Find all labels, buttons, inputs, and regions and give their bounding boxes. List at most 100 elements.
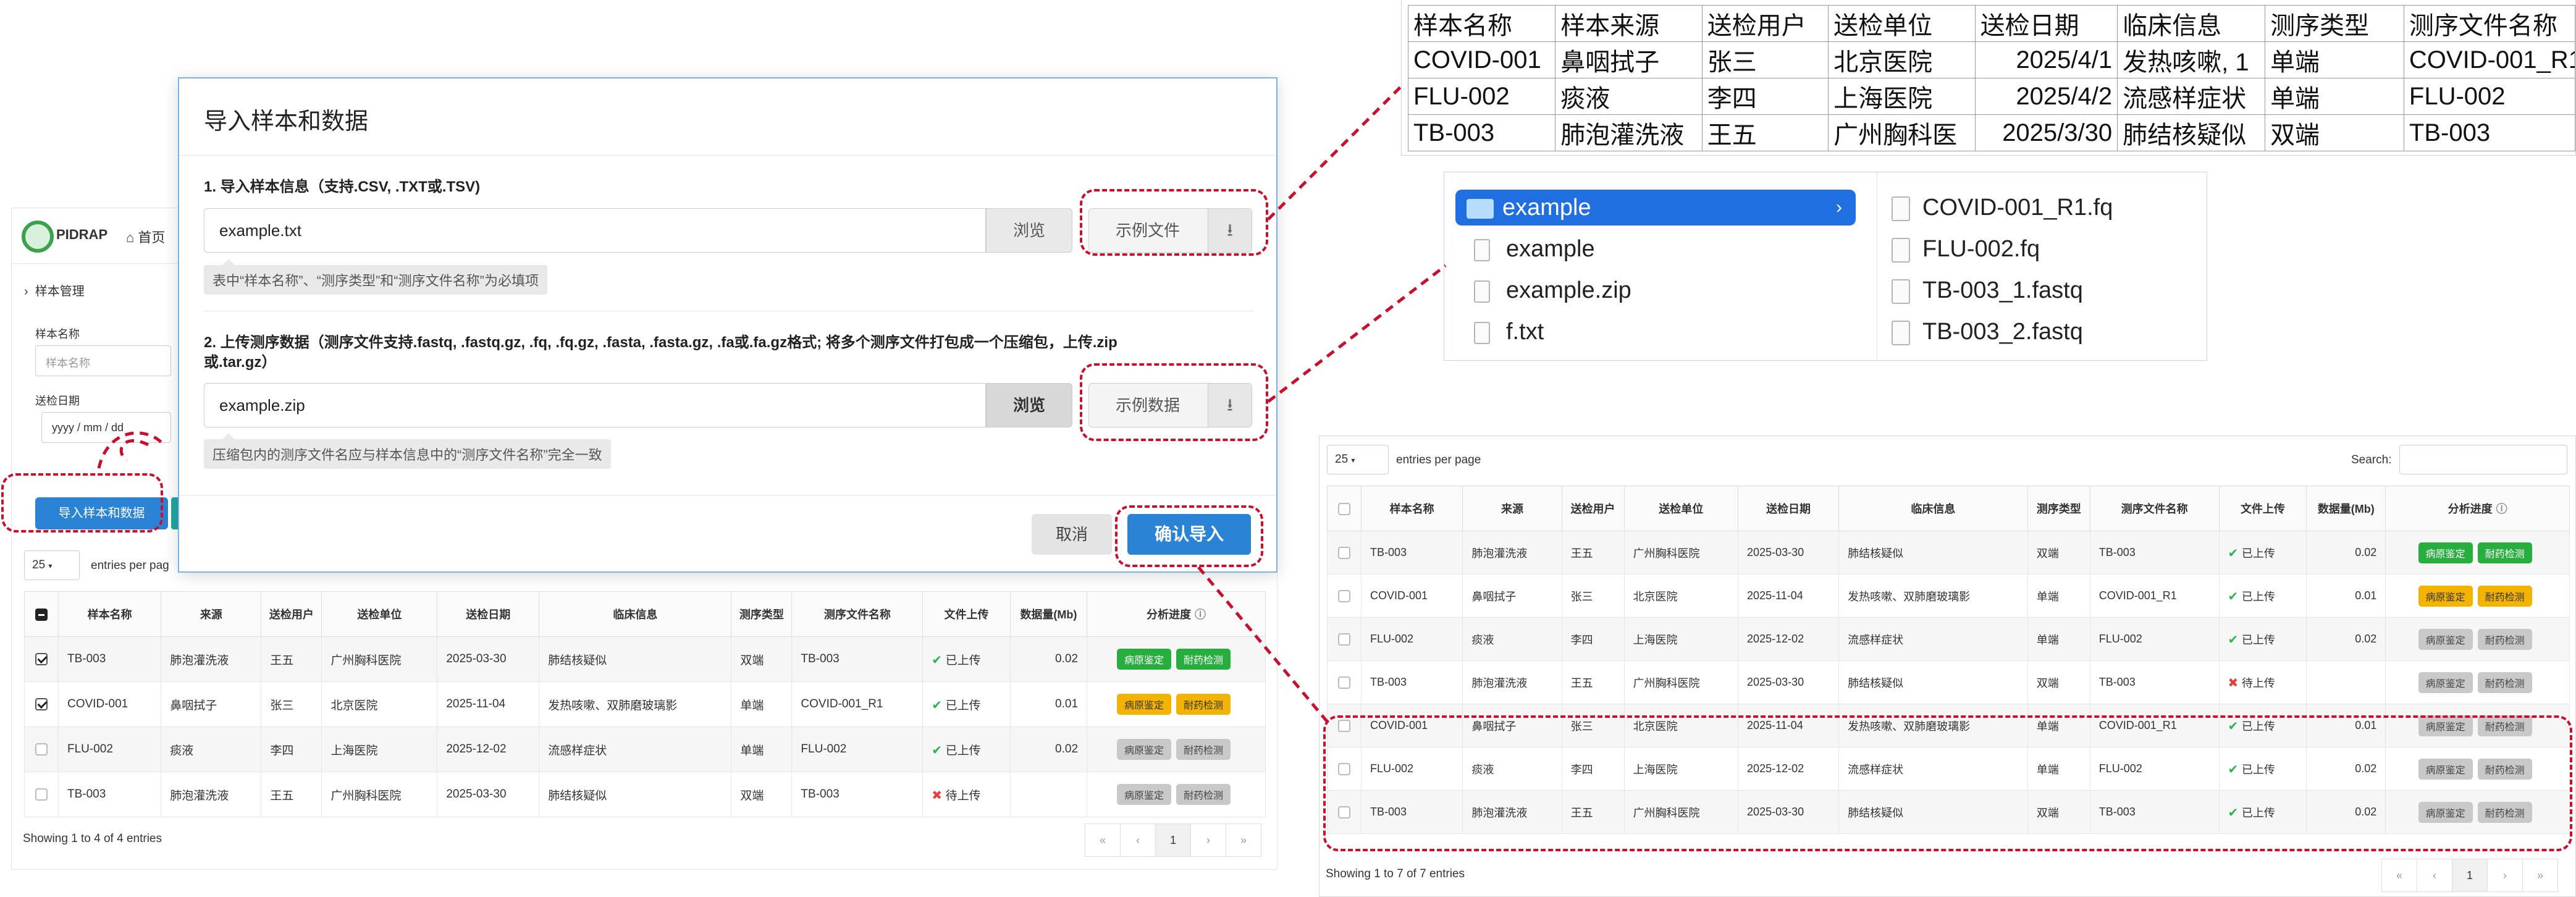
- page-button[interactable]: »: [1226, 823, 1261, 857]
- column-header[interactable]: 临床信息: [1838, 486, 2028, 531]
- analysis-tag-button[interactable]: 病原鉴定: [1116, 694, 1171, 715]
- page-size-select[interactable]: 25 ▾: [24, 550, 80, 580]
- analysis-tag-button[interactable]: 病原鉴定: [2418, 585, 2473, 607]
- page-button[interactable]: «: [2381, 859, 2417, 892]
- column-header[interactable]: 数据量(Mb): [2306, 486, 2386, 531]
- pagination[interactable]: «‹ 1 ›»: [2381, 859, 2558, 892]
- column-header[interactable]: 数据量(Mb): [1009, 591, 1088, 637]
- file-item[interactable]: FLU-002.fq: [1877, 231, 2204, 267]
- page-button[interactable]: »: [2522, 859, 2558, 892]
- analysis-tag-button[interactable]: 耐药检测: [2477, 585, 2532, 607]
- row-checkbox[interactable]: [35, 652, 48, 665]
- column-header[interactable]: 送检单位: [1623, 486, 1739, 531]
- select-all-header[interactable]: [24, 591, 59, 637]
- column-header[interactable]: 测序类型: [2027, 486, 2090, 531]
- pagination[interactable]: «‹ 1 ›»: [1085, 823, 1261, 857]
- row-checkbox[interactable]: [1338, 547, 1350, 560]
- date-input[interactable]: yyyy / mm / dd: [41, 412, 171, 443]
- column-header[interactable]: 分析进度 ⓘ: [1087, 591, 1266, 637]
- table-row[interactable]: TB-003 肺泡灌洗液 王五 广州胸科医院 2025-03-30 肺结核疑似 双端 TB-0…: [24, 636, 1266, 682]
- spreadsheet-header-cell: 样本名称: [1407, 5, 1556, 42]
- nav-home-link[interactable]: ⌂ 首页: [126, 227, 165, 246]
- column-header[interactable]: 临床信息: [539, 591, 732, 637]
- row-checkbox[interactable]: [1338, 633, 1350, 646]
- file-item[interactable]: TB-003_1.fastq: [1877, 272, 2204, 308]
- browse-button-2[interactable]: 浏览: [986, 383, 1072, 427]
- row-select-cell[interactable]: [1327, 574, 1362, 618]
- page-button[interactable]: ›: [1190, 823, 1226, 857]
- table-row[interactable]: COVID-001 鼻咽拭子 张三 北京医院 2025-11-04 发热咳嗽、双肺磨玻璃影…: [1327, 574, 2570, 618]
- analysis-tag-button[interactable]: 病原鉴定: [2418, 628, 2473, 650]
- analysis-tag-button[interactable]: 耐药检测: [2477, 542, 2532, 563]
- select-all-checkbox[interactable]: [35, 608, 48, 621]
- analysis-tag-button[interactable]: 耐药检测: [1176, 649, 1231, 670]
- table-row[interactable]: TB-003 肺泡灌洗液 王五 广州胸科医院 2025-03-30 肺结核疑似 双端 TB-0…: [1327, 531, 2570, 575]
- column-header[interactable]: 测序文件名称: [2089, 486, 2220, 531]
- analysis-tag-button[interactable]: 病原鉴定: [2418, 542, 2473, 563]
- page-button[interactable]: 1: [2452, 859, 2488, 892]
- row-select-cell[interactable]: [24, 636, 59, 682]
- column-header[interactable]: 送检日期: [1738, 486, 1840, 531]
- sequencing-data-file-input[interactable]: example.zip: [204, 383, 986, 427]
- page-button[interactable]: ›: [2487, 859, 2523, 892]
- table-row[interactable]: FLU-002 痰液 李四 上海医院 2025-12-02 流感样症状 单端 FLU-002 ✔…: [1327, 617, 2570, 661]
- sample-info-file-input[interactable]: example.txt: [204, 208, 986, 253]
- file-item[interactable]: TB-003_2.fastq: [1877, 314, 2204, 350]
- column-header[interactable]: 送检日期: [437, 591, 540, 637]
- column-header[interactable]: 来源: [1462, 486, 1562, 531]
- column-header[interactable]: 文件上传: [922, 591, 1011, 637]
- analysis-tag-button[interactable]: 耐药检测: [2477, 672, 2532, 693]
- select-all-checkbox[interactable]: [1338, 502, 1350, 515]
- column-header[interactable]: 文件上传: [2218, 486, 2307, 531]
- page-button[interactable]: «: [1085, 823, 1121, 857]
- row-checkbox[interactable]: [1338, 676, 1350, 689]
- folder-icon: [1467, 198, 1494, 219]
- column-header[interactable]: 送检用户: [1561, 486, 1625, 531]
- file-item[interactable]: example: [1455, 231, 1856, 267]
- row-checkbox[interactable]: [35, 788, 48, 801]
- row-select-cell[interactable]: [24, 772, 59, 817]
- row-checkbox[interactable]: [35, 697, 48, 710]
- search-input[interactable]: [2399, 445, 2567, 474]
- column-header[interactable]: 测序类型: [731, 591, 793, 637]
- analysis-tag-button[interactable]: 耐药检测: [2477, 628, 2532, 650]
- browse-button-1[interactable]: 浏览: [986, 208, 1072, 253]
- page-button[interactable]: ‹: [2417, 859, 2452, 892]
- row-select-cell[interactable]: [24, 726, 59, 772]
- column-header[interactable]: 来源: [161, 591, 262, 637]
- analysis-tag-button[interactable]: 耐药检测: [1176, 694, 1231, 715]
- row-checkbox[interactable]: [35, 743, 48, 756]
- column-header[interactable]: 分析进度 ⓘ: [2385, 486, 2570, 531]
- file-item[interactable]: example.zip: [1455, 272, 1856, 308]
- analysis-tag-button[interactable]: 病原鉴定: [1116, 784, 1171, 805]
- select-all-header[interactable]: [1327, 486, 1362, 531]
- row-checkbox[interactable]: [1338, 590, 1350, 603]
- column-header[interactable]: 送检单位: [321, 591, 438, 637]
- table-row[interactable]: COVID-001 鼻咽拭子 张三 北京医院 2025-11-04 发热咳嗽、双肺磨玻璃影…: [24, 681, 1266, 727]
- row-select-cell[interactable]: [1327, 531, 1362, 575]
- row-select-cell[interactable]: [1327, 660, 1362, 704]
- breadcrumb[interactable]: › 样本管理: [24, 281, 85, 299]
- folder-item[interactable]: example ›: [1455, 190, 1856, 225]
- column-header[interactable]: 样本名称: [1360, 486, 1463, 531]
- file-item[interactable]: f.txt: [1455, 314, 1856, 350]
- analysis-tag-button[interactable]: 耐药检测: [1176, 784, 1231, 805]
- row-select-cell[interactable]: [24, 681, 59, 727]
- analysis-tag-button[interactable]: 病原鉴定: [1116, 649, 1171, 670]
- sample-name-input[interactable]: 样本名称: [35, 345, 171, 376]
- column-header[interactable]: 测序文件名称: [791, 591, 924, 637]
- cancel-button[interactable]: 取消: [1032, 514, 1112, 555]
- page-button[interactable]: 1: [1155, 823, 1191, 857]
- analysis-tag-button[interactable]: 病原鉴定: [1116, 739, 1171, 760]
- file-item[interactable]: COVID-001_R1.fq: [1877, 190, 2204, 225]
- analysis-tag-button[interactable]: 病原鉴定: [2418, 672, 2473, 693]
- table-row[interactable]: TB-003 肺泡灌洗液 王五 广州胸科医院 2025-03-30 肺结核疑似 双端 TB-0…: [1327, 660, 2570, 704]
- analysis-tag-button[interactable]: 耐药检测: [1176, 739, 1231, 760]
- column-header[interactable]: 样本名称: [57, 591, 162, 637]
- column-header[interactable]: 送检用户: [261, 591, 322, 637]
- table-row[interactable]: TB-003 肺泡灌洗液 王五 广州胸科医院 2025-03-30 肺结核疑似 双端 TB-0…: [24, 772, 1266, 817]
- page-button[interactable]: ‹: [1120, 823, 1156, 857]
- page-size-select[interactable]: 25 ▾: [1327, 445, 1389, 474]
- table-row[interactable]: FLU-002 痰液 李四 上海医院 2025-12-02 流感样症状 单端 FLU-002 ✔…: [24, 726, 1266, 772]
- row-select-cell[interactable]: [1327, 617, 1362, 661]
